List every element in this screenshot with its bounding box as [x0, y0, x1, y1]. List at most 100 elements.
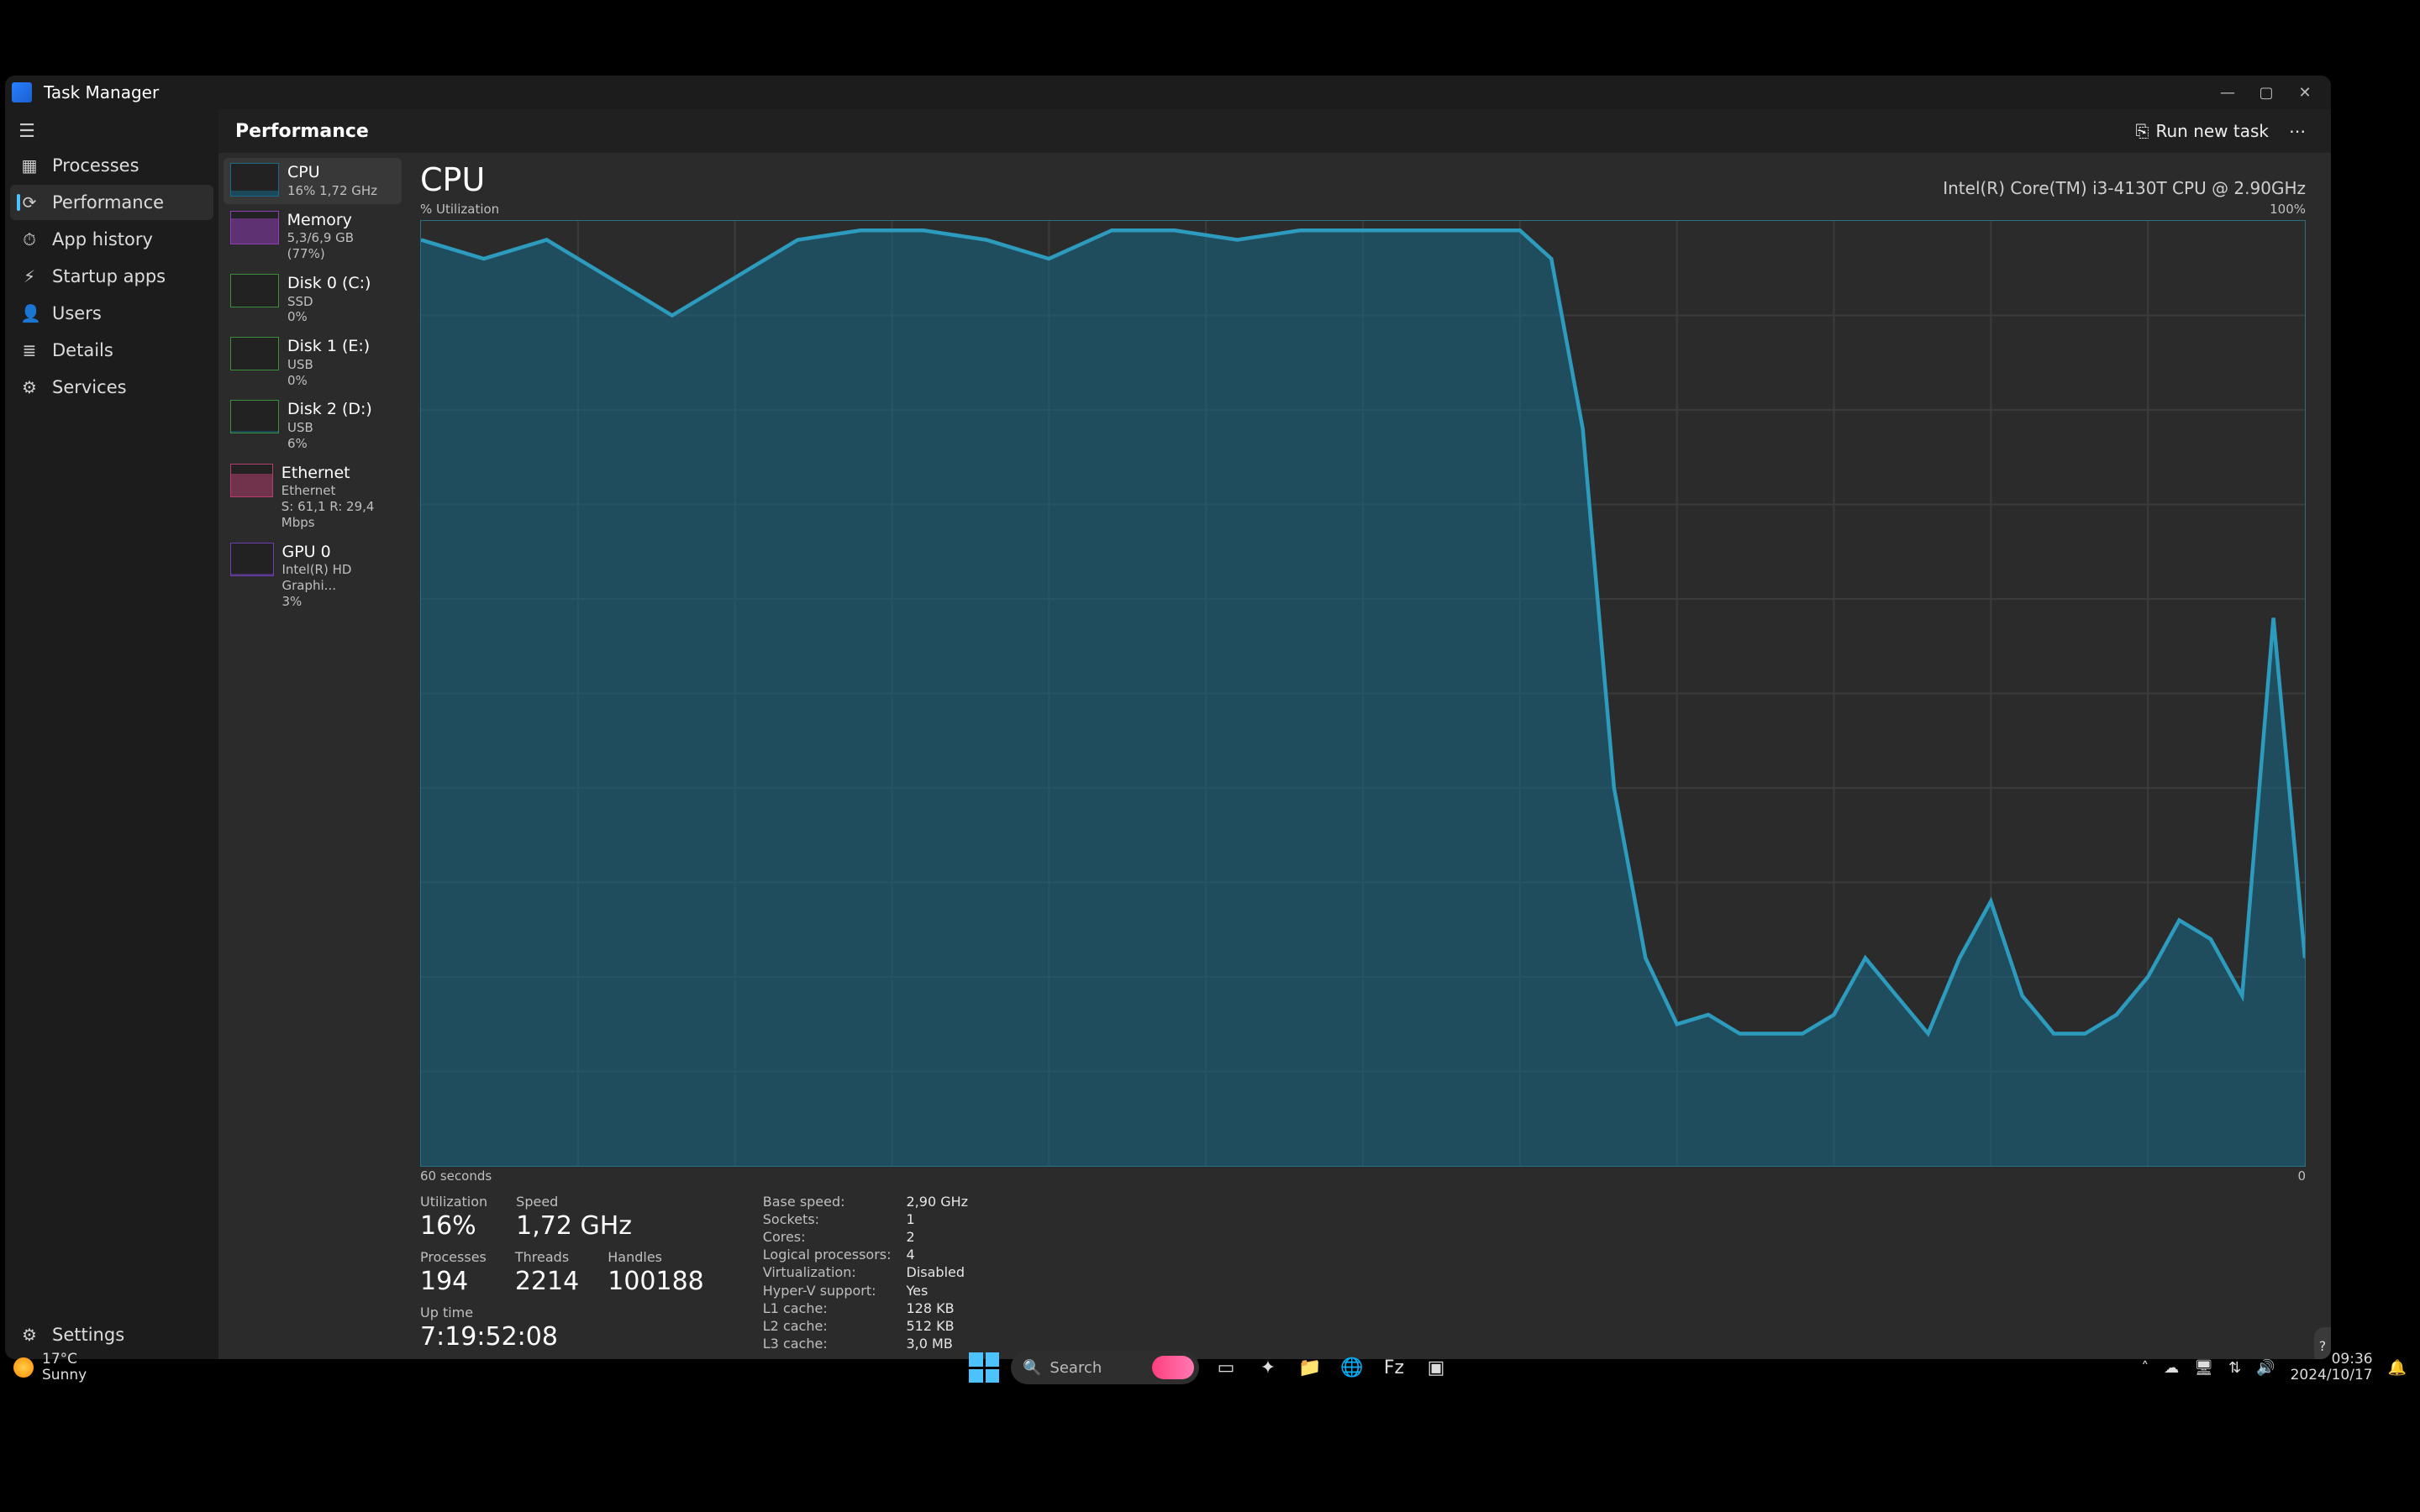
- nav-label: Users: [52, 303, 102, 323]
- perf-title: Disk 0 (C:): [287, 274, 371, 294]
- filezilla-icon[interactable]: Fz: [1379, 1352, 1409, 1383]
- stat-label: Speed: [516, 1194, 632, 1210]
- perf-thumb: [230, 211, 279, 244]
- cpu-model: Intel(R) Core(TM) i3-4130T CPU @ 2.90GHz: [1943, 178, 2306, 198]
- edge-icon[interactable]: 🌐: [1337, 1352, 1367, 1383]
- nav-services-icon: ⚙: [20, 377, 39, 397]
- perf-title: Memory: [287, 211, 395, 231]
- perf-card-gpu0[interactable]: GPU 0Intel(R) HD Graphi...3%: [224, 538, 402, 615]
- nav-users[interactable]: 👤Users: [10, 296, 213, 331]
- tray-chevron-icon[interactable]: ˄: [2141, 1359, 2149, 1377]
- nav-startup-apps[interactable]: ⚡Startup apps: [10, 259, 213, 294]
- stat-val: 4: [907, 1247, 969, 1263]
- app-title: Task Manager: [44, 82, 159, 102]
- tray-network-icon[interactable]: ⇅: [2228, 1359, 2241, 1377]
- perf-card-mem[interactable]: Memory5,3/6,9 GB (77%): [224, 206, 402, 267]
- stat-val: 128 KB: [907, 1300, 969, 1316]
- taskbar-time: 09:36: [2332, 1352, 2373, 1368]
- left-nav: ☰ ▦ Processes ⟳ Performance ⏱App history⚡Sta…: [5, 109, 218, 1359]
- cpu-chart[interactable]: [420, 220, 2306, 1167]
- stat-label: Processes: [420, 1249, 487, 1265]
- perf-card-eth[interactable]: EthernetEthernetS: 61,1 R: 29,4 Mbps: [224, 459, 402, 536]
- perf-sidebar: CPU16% 1,72 GHzMemory5,3/6,9 GB (77%)Dis…: [218, 153, 407, 1359]
- weather-temp: 17°C: [42, 1352, 87, 1368]
- tray-display-icon[interactable]: 🖥: [2194, 1359, 2213, 1377]
- minimize-button[interactable]: —: [2208, 76, 2247, 109]
- subheader-title: Performance: [235, 121, 369, 142]
- stat-value: 2214: [515, 1267, 579, 1296]
- perf-sub: USB: [287, 420, 372, 436]
- weather-icon: [13, 1357, 34, 1378]
- copilot-icon[interactable]: ✦: [1253, 1352, 1283, 1383]
- y-axis-label: % Utilization: [420, 202, 499, 217]
- taskmgr-icon[interactable]: ▣: [1421, 1352, 1451, 1383]
- nav-label: Performance: [52, 192, 164, 213]
- perf-card-disk1[interactable]: Disk 1 (E:)USB0%: [224, 332, 402, 393]
- perf-sub2: 0%: [287, 373, 370, 389]
- stat-val: 1: [907, 1211, 969, 1227]
- perf-thumb: [230, 543, 274, 576]
- close-button[interactable]: ✕: [2286, 76, 2324, 109]
- run-new-task-button[interactable]: ⎘ Run new task: [2123, 116, 2281, 146]
- stat-val: 512 KB: [907, 1318, 969, 1334]
- run-new-task-label: Run new task: [2155, 121, 2269, 141]
- nav-processes[interactable]: ▦ Processes: [10, 148, 213, 183]
- stat-key: L2 cache:: [763, 1318, 892, 1334]
- cpu-panel: CPU Intel(R) Core(TM) i3-4130T CPU @ 2.9…: [407, 153, 2331, 1359]
- stat-val: Disabled: [907, 1264, 969, 1280]
- perf-title: Disk 2 (D:): [287, 400, 372, 420]
- nav-details[interactable]: ≣Details: [10, 333, 213, 368]
- stat-value: 100188: [608, 1267, 704, 1296]
- explorer-icon[interactable]: 📁: [1295, 1352, 1325, 1383]
- nav-label: Processes: [52, 155, 139, 176]
- stat-key: Hyper-V support:: [763, 1283, 892, 1299]
- nav-details-icon: ≣: [20, 340, 39, 360]
- perf-thumb: [230, 274, 279, 307]
- stat-label: Up time: [420, 1305, 704, 1320]
- nav-app-history[interactable]: ⏱App history: [10, 222, 213, 257]
- subheader: Performance ⎘ Run new task ⋯: [218, 109, 2331, 153]
- taskbar-search[interactable]: 🔍 Search: [1011, 1351, 1199, 1384]
- taskbar-date: 2024/10/17: [2291, 1368, 2373, 1383]
- nav-label: Services: [52, 377, 127, 397]
- tray-onedrive-icon[interactable]: ☁: [2164, 1359, 2179, 1377]
- taskview-icon[interactable]: ▭: [1211, 1352, 1241, 1383]
- stat-key: Logical processors:: [763, 1247, 892, 1263]
- tray-notifications-icon[interactable]: 🔔: [2388, 1359, 2407, 1377]
- perf-title: GPU 0: [282, 543, 396, 563]
- perf-card-cpu[interactable]: CPU16% 1,72 GHz: [224, 158, 402, 204]
- nav-startup-apps-icon: ⚡: [20, 266, 39, 286]
- maximize-button[interactable]: ▢: [2247, 76, 2286, 109]
- stat-label: Handles: [608, 1249, 704, 1265]
- y-axis-max: 100%: [2270, 202, 2306, 217]
- stat-val: Yes: [907, 1283, 969, 1299]
- weather-cond: Sunny: [42, 1368, 87, 1383]
- x-axis-left: 60 seconds: [420, 1168, 492, 1184]
- nav-performance-icon: ⟳: [20, 192, 39, 213]
- nav-performance[interactable]: ⟳ Performance: [10, 185, 213, 220]
- perf-sub: 16% 1,72 GHz: [287, 183, 377, 199]
- taskbar-clock[interactable]: 09:36 2024/10/17: [2291, 1352, 2373, 1383]
- stat-key: Cores:: [763, 1229, 892, 1245]
- taskbar-weather[interactable]: 17°C Sunny: [13, 1352, 87, 1383]
- perf-sub: SSD: [287, 294, 371, 310]
- hamburger-button[interactable]: ☰: [10, 114, 44, 148]
- stat-label: Utilization: [420, 1194, 487, 1210]
- start-button[interactable]: [969, 1352, 999, 1383]
- tray-sound-icon[interactable]: 🔊: [2256, 1359, 2275, 1377]
- stat-val: 2: [907, 1229, 969, 1245]
- perf-title: Ethernet: [281, 464, 395, 484]
- perf-sub: Intel(R) HD Graphi...: [282, 562, 396, 594]
- stat-value: 1,72 GHz: [516, 1211, 632, 1241]
- search-placeholder: Search: [1050, 1359, 1102, 1377]
- perf-card-disk0[interactable]: Disk 0 (C:)SSD0%: [224, 269, 402, 330]
- taskbar: 17°C Sunny 🔍 Search ▭ ✦ 📁 🌐 Fz ▣ ˄ ☁ 🖥 ⇅ 🔊 09…: [0, 1341, 2420, 1394]
- nav-services[interactable]: ⚙ Services: [10, 370, 213, 405]
- nav-processes-icon: ▦: [20, 155, 39, 176]
- stat-value: 194: [420, 1267, 487, 1296]
- cpu-stat-grid: Base speed:2,90 GHzSockets:1Cores:2Logic…: [763, 1194, 968, 1352]
- more-options-button[interactable]: ⋯: [2281, 116, 2314, 146]
- stat-key: Virtualization:: [763, 1264, 892, 1280]
- perf-card-disk2[interactable]: Disk 2 (D:)USB6%: [224, 395, 402, 456]
- stat-key: L1 cache:: [763, 1300, 892, 1316]
